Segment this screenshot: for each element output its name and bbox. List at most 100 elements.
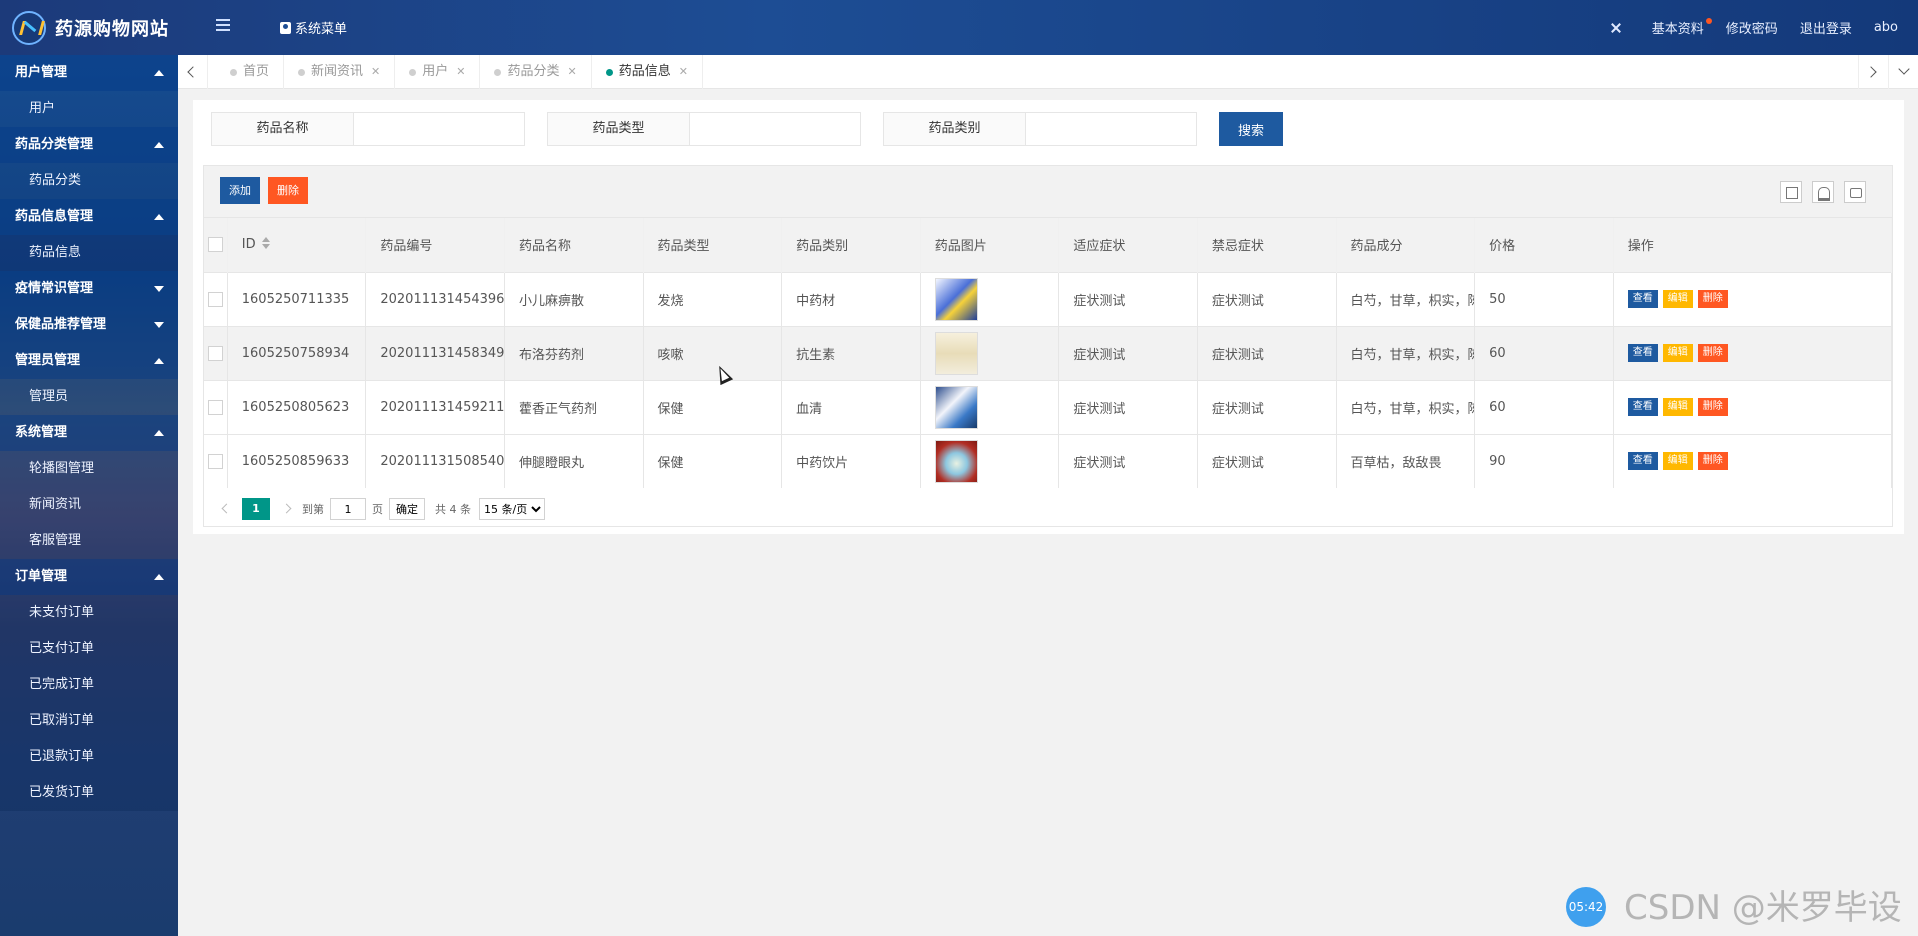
logout-link[interactable]: 退出登录 <box>1800 18 1852 37</box>
row-delete-button[interactable]: 删除 <box>1697 290 1728 308</box>
notification-dot <box>1705 18 1712 24</box>
search-name-input[interactable] <box>354 113 524 145</box>
tab-scroll-right-icon[interactable] <box>1858 55 1888 89</box>
drug-image[interactable] <box>934 385 978 429</box>
cell-id: 1605250758934 <box>227 325 367 380</box>
tab-scroll-left-icon[interactable] <box>178 55 208 89</box>
drug-image[interactable] <box>934 439 978 483</box>
tab-home[interactable]: 首页 <box>216 55 285 89</box>
close-icon[interactable]: ✕ <box>371 55 380 89</box>
row-checkbox[interactable] <box>207 291 223 307</box>
add-button[interactable]: 添加 <box>220 177 260 204</box>
table-row: 1605250711335 20201113145439668 小儿麻痹散 发烧… <box>204 271 1893 326</box>
tab-news[interactable]: 新闻资讯 ✕ <box>284 55 396 89</box>
current-page[interactable]: 1 <box>242 498 270 520</box>
sidebar-item-unpaid[interactable]: 未支付订单 <box>0 595 178 631</box>
cell-indication: 症状测试 <box>1058 433 1198 488</box>
sort-icon[interactable] <box>261 237 272 251</box>
sidebar-group-drug-category[interactable]: 药品分类管理 <box>0 127 178 163</box>
sidebar-group-health-products[interactable]: 保健品推荐管理 <box>0 307 178 343</box>
sidebar-item-drug-category[interactable]: 药品分类 <box>0 163 178 199</box>
sidebar-item-carousel[interactable]: 轮播图管理 <box>0 451 178 487</box>
sidebar-group-orders[interactable]: 订单管理 <box>0 559 178 595</box>
col-name: 药品名称 <box>504 218 644 272</box>
next-page-icon[interactable] <box>278 499 294 519</box>
page-size-select[interactable]: 15 条/页 <box>479 498 545 520</box>
tab-dot <box>409 68 417 76</box>
cell-actions: 查看 编辑 删除 <box>1613 325 1893 380</box>
search-category-input[interactable] <box>1026 113 1196 145</box>
sidebar-item-drug-info[interactable]: 药品信息 <box>0 235 178 271</box>
sidebar-group-epidemic[interactable]: 疫情常识管理 <box>0 271 178 307</box>
row-delete-button[interactable]: 删除 <box>1697 452 1728 471</box>
sidebar-item-service[interactable]: 客服管理 <box>0 523 178 559</box>
sidebar-group-drug-info[interactable]: 药品信息管理 <box>0 199 178 235</box>
drug-image[interactable] <box>934 277 978 321</box>
search-type-input[interactable] <box>690 113 860 145</box>
username[interactable]: abo <box>1874 20 1898 35</box>
sidebar-item-shipped[interactable]: 已发货订单 <box>0 775 178 811</box>
edit-button[interactable]: 编辑 <box>1662 452 1693 471</box>
sidebar-group-admin[interactable]: 管理员管理 <box>0 343 178 379</box>
tab-menu-chevron-down-icon[interactable] <box>1888 55 1918 89</box>
menu-toggle-icon[interactable] <box>216 19 230 31</box>
caret-down-icon <box>154 286 164 292</box>
tab-drug-info[interactable]: 药品信息 ✕ <box>592 55 703 89</box>
cell-indication: 症状测试 <box>1058 271 1198 326</box>
tab-user[interactable]: 用户 ✕ <box>395 55 481 89</box>
view-button[interactable]: 查看 <box>1627 452 1658 471</box>
close-icon[interactable]: ✕ <box>456 55 465 89</box>
close-icon[interactable]: ✕ <box>568 55 577 89</box>
view-button[interactable]: 查看 <box>1627 398 1658 416</box>
edit-button[interactable]: 编辑 <box>1662 344 1693 362</box>
row-delete-button[interactable]: 删除 <box>1697 344 1728 362</box>
view-button[interactable]: 查看 <box>1627 344 1658 362</box>
col-id[interactable]: ID <box>227 218 367 272</box>
close-icon[interactable]: ✕ <box>679 55 688 89</box>
col-contraindication: 禁忌症状 <box>1197 218 1337 272</box>
search-name-label: 药品名称 <box>212 113 354 145</box>
row-delete-button[interactable]: 删除 <box>1697 398 1728 416</box>
search-button[interactable]: 搜索 <box>1219 112 1283 146</box>
delete-button[interactable]: 删除 <box>268 177 308 204</box>
caret-up-icon <box>154 574 164 580</box>
drug-image[interactable] <box>934 331 978 375</box>
export-icon[interactable] <box>1812 181 1834 203</box>
sidebar-item-paid[interactable]: 已支付订单 <box>0 631 178 667</box>
row-checkbox-cell <box>204 325 228 380</box>
fullscreen-icon[interactable] <box>1610 22 1622 34</box>
prev-page-icon[interactable] <box>218 499 234 519</box>
row-checkbox[interactable] <box>207 345 223 361</box>
logo-icon <box>12 11 46 45</box>
sidebar-group-user[interactable]: 用户管理 <box>0 55 178 91</box>
basic-info-link[interactable]: 基本资料 <box>1652 18 1712 37</box>
sidebar-item-cancelled[interactable]: 已取消订单 <box>0 703 178 739</box>
columns-filter-icon[interactable] <box>1780 181 1802 203</box>
sidebar-item-user[interactable]: 用户 <box>0 91 178 127</box>
edit-button[interactable]: 编辑 <box>1662 290 1693 308</box>
tab-drug-category[interactable]: 药品分类 ✕ <box>480 55 592 89</box>
goto-page-input[interactable] <box>330 498 366 520</box>
goto-confirm-button[interactable]: 确定 <box>389 498 425 520</box>
change-password-link[interactable]: 修改密码 <box>1726 18 1778 37</box>
row-checkbox-cell <box>204 433 228 488</box>
search-category-label: 药品类别 <box>884 113 1026 145</box>
page-label: 页 <box>372 503 383 516</box>
select-all-checkbox[interactable] <box>207 237 223 253</box>
sidebar-item-completed[interactable]: 已完成订单 <box>0 667 178 703</box>
sidebar-group-system[interactable]: 系统管理 <box>0 415 178 451</box>
system-menu-button[interactable]: 系统菜单 <box>280 18 347 37</box>
header-actions: 基本资料 修改密码 退出登录 abo <box>1610 0 1918 55</box>
sidebar-item-refunded[interactable]: 已退款订单 <box>0 739 178 775</box>
print-icon[interactable] <box>1844 181 1866 203</box>
row-checkbox[interactable] <box>207 453 223 469</box>
view-button[interactable]: 查看 <box>1627 290 1658 308</box>
tab-dot <box>494 68 502 76</box>
cell-name: 伸腿瞪眼丸 <box>504 433 644 488</box>
sidebar-item-admin[interactable]: 管理员 <box>0 379 178 415</box>
col-type: 药品类型 <box>643 218 783 272</box>
row-checkbox[interactable] <box>207 399 223 415</box>
sidebar-item-news[interactable]: 新闻资讯 <box>0 487 178 523</box>
cell-type: 咳嗽 <box>643 325 783 380</box>
edit-button[interactable]: 编辑 <box>1662 398 1693 416</box>
